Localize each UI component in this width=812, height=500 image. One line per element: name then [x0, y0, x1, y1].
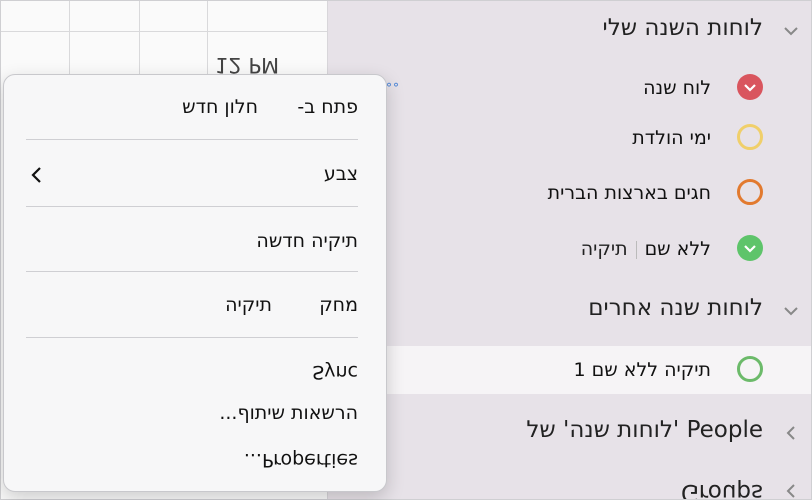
- menu-item-sublabel: חלון חדש: [182, 96, 258, 118]
- grid-line: [69, 1, 70, 81]
- menu-divider: [26, 271, 358, 272]
- calendar-item[interactable]: ללא שם תיקיה: [327, 227, 811, 273]
- calendar-label: תיקיה ללא שם 1: [573, 359, 711, 381]
- menu-item-label: Sync: [312, 361, 358, 383]
- section-title: לוחות השנה שלי: [602, 15, 763, 41]
- section-title: People 'לוחות שנה' של: [526, 417, 763, 443]
- section-my-calendars[interactable]: לוחות השנה שלי: [327, 7, 811, 55]
- calendar-item[interactable]: חגים בארצות הברית: [327, 171, 811, 217]
- menu-item-label: תיקיה חדשה: [256, 230, 358, 252]
- chevron-down-icon: [744, 84, 756, 92]
- menu-item-sublabel: תיקיה: [225, 294, 272, 316]
- menu-item-label: צבע: [323, 163, 358, 185]
- calendar-folder: תיקיה: [580, 238, 628, 260]
- calendar-checkbox[interactable]: [737, 235, 763, 261]
- menu-item-label: פתח ב-: [297, 96, 358, 118]
- chevron-left-icon[interactable]: [781, 481, 801, 499]
- divider: [635, 240, 637, 259]
- section-people-calendars[interactable]: People 'לוחות שנה' של: [327, 409, 811, 457]
- menu-item-sharing-permissions[interactable]: הרשאות שיתוף...: [26, 398, 358, 432]
- calendar-item[interactable]: לוח שנה: [327, 66, 811, 112]
- grid-line: [139, 1, 140, 81]
- menu-item-color[interactable]: צבע: [26, 159, 358, 193]
- calendar-label: ללא שם תיקיה: [581, 238, 711, 260]
- menu-item-properties[interactable]: Properties...: [26, 445, 358, 479]
- chevron-down-icon[interactable]: [781, 21, 801, 41]
- menu-divider: [26, 337, 358, 338]
- menu-item-delete-folder[interactable]: מחק תיקיה: [26, 290, 358, 324]
- grid-line: [1, 31, 327, 32]
- menu-divider: [26, 206, 358, 207]
- menu-item-label: Properties...: [243, 449, 358, 471]
- calendar-checkbox[interactable]: [737, 179, 763, 205]
- menu-item-label: הרשאות שיתוף...: [219, 402, 358, 424]
- context-menu: פתח ב- חלון חדש צבע תיקיה חדשה מחק תיקיה…: [3, 74, 387, 492]
- chevron-left-icon: [31, 167, 41, 183]
- calendar-sidebar: לוחות השנה שלי לוח שנה ימי הולדת חגים בא…: [327, 1, 811, 499]
- chevron-left-icon[interactable]: [781, 423, 801, 443]
- app-window: 12 PM °° לוחות השנה שלי לוח שנה ימי הולד…: [0, 0, 812, 500]
- calendar-label: חגים בארצות הברית: [547, 182, 711, 204]
- menu-item-label: מחק: [319, 294, 358, 316]
- calendar-item[interactable]: תיקיה ללא שם 1: [327, 346, 811, 394]
- menu-divider: [26, 139, 358, 140]
- chevron-down-icon[interactable]: [781, 301, 801, 321]
- section-other-calendars[interactable]: לוחות שנה אחרים: [327, 287, 811, 335]
- menu-item-sync[interactable]: Sync: [26, 357, 358, 391]
- section-title: לוחות שנה אחרים: [588, 295, 763, 321]
- chevron-down-icon: [744, 245, 756, 253]
- calendar-checkbox[interactable]: [737, 124, 763, 150]
- calendar-name: ללא שם: [644, 238, 711, 260]
- section-title: Groups: [680, 479, 763, 499]
- calendar-checkbox[interactable]: [737, 356, 763, 382]
- menu-item-open-in[interactable]: פתח ב- חלון חדש: [26, 92, 358, 126]
- calendar-checkbox[interactable]: [737, 74, 763, 100]
- menu-item-new-folder[interactable]: תיקיה חדשה: [26, 226, 358, 260]
- calendar-label: ימי הולדת: [632, 127, 711, 149]
- section-groups[interactable]: Groups: [327, 473, 811, 499]
- grid-line: [207, 1, 208, 81]
- calendar-item[interactable]: ימי הולדת: [327, 116, 811, 162]
- calendar-label: לוח שנה: [643, 77, 711, 99]
